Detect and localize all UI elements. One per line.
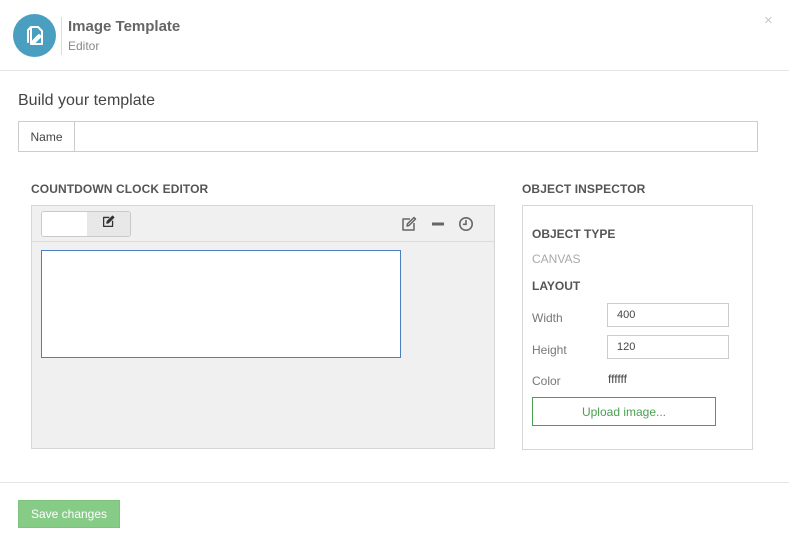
- editor-title: COUNTDOWN CLOCK EDITOR: [31, 182, 209, 196]
- name-label: Name: [19, 122, 75, 151]
- save-changes-button[interactable]: Save changes: [18, 500, 120, 528]
- edit-document-icon: [13, 14, 56, 57]
- editor-tab-group: [41, 211, 131, 237]
- color-value[interactable]: ffffff: [608, 372, 627, 386]
- object-inspector: OBJECT TYPE CANVAS LAYOUT Width Height C…: [522, 205, 753, 450]
- object-type-value: CANVAS: [532, 252, 581, 266]
- modal-subtitle: Editor: [68, 39, 100, 53]
- editor-toolbar: [32, 206, 494, 242]
- tab-edit[interactable]: [87, 212, 130, 236]
- height-label: Height: [532, 343, 567, 357]
- header-divider: [61, 17, 62, 55]
- modal-title: Image Template: [68, 18, 181, 35]
- color-label: Color: [532, 374, 561, 388]
- clock-icon[interactable]: [457, 215, 475, 233]
- countdown-editor: [31, 205, 495, 449]
- close-icon[interactable]: ×: [764, 12, 773, 29]
- name-field-group: Name: [18, 121, 758, 152]
- inspector-title: OBJECT INSPECTOR: [522, 182, 646, 196]
- edit-icon[interactable]: [400, 215, 418, 233]
- name-input[interactable]: [75, 122, 757, 151]
- edit-icon: [102, 215, 115, 233]
- modal-header: Image Template Editor ×: [0, 0, 789, 71]
- width-input[interactable]: [607, 303, 729, 327]
- minus-icon[interactable]: [429, 215, 447, 233]
- object-type-heading: OBJECT TYPE: [532, 227, 616, 241]
- footer-divider: [0, 482, 789, 483]
- layout-heading: LAYOUT: [532, 279, 581, 293]
- form-heading: Build your template: [18, 92, 155, 109]
- upload-image-button[interactable]: Upload image...: [532, 397, 716, 426]
- width-label: Width: [532, 311, 563, 325]
- height-input[interactable]: [607, 335, 729, 359]
- template-canvas[interactable]: [41, 250, 401, 358]
- tab-blank[interactable]: [42, 212, 87, 236]
